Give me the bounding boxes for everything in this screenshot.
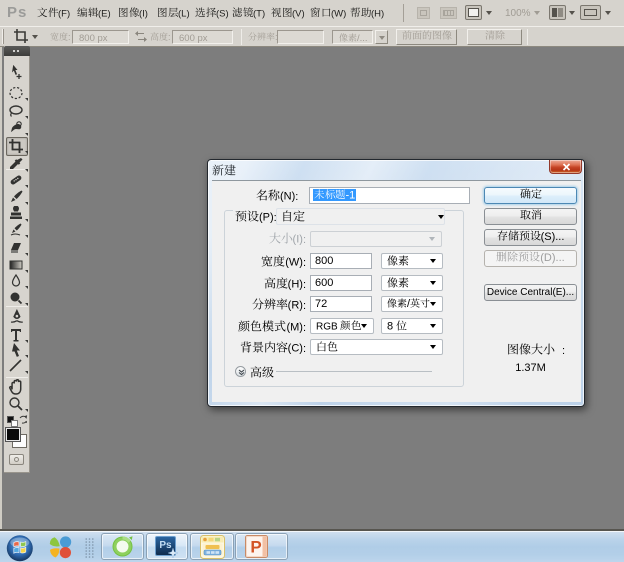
- svg-text:P: P: [250, 538, 261, 557]
